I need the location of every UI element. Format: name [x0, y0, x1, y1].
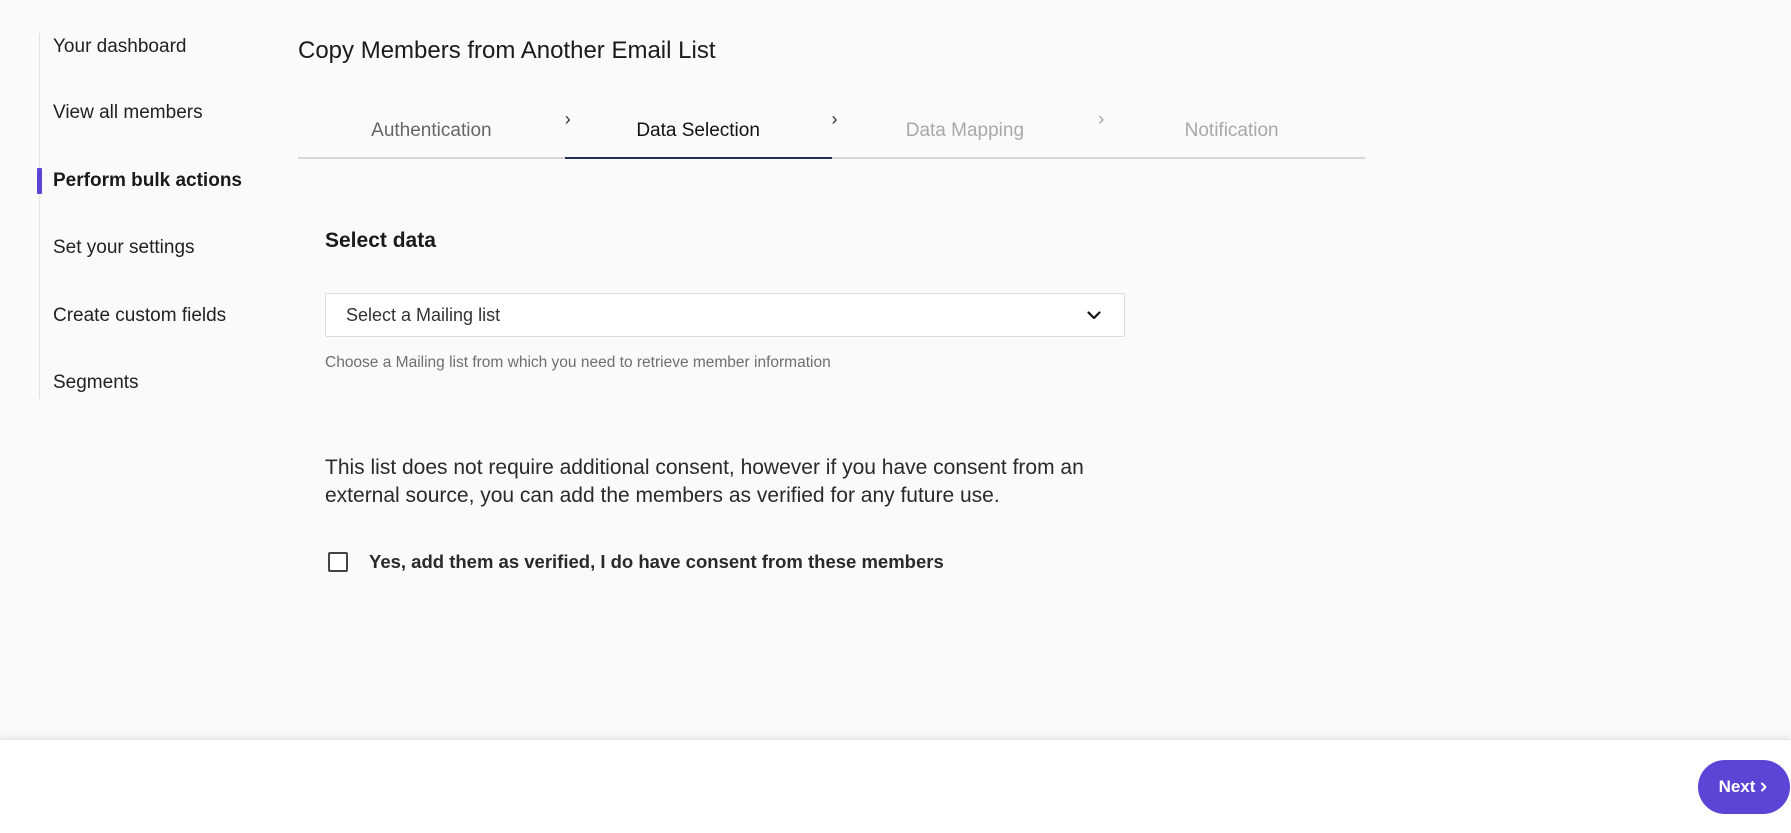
page-title: Copy Members from Another Email List	[298, 37, 716, 64]
section-title: Select data	[325, 229, 436, 252]
step-label: Data Mapping	[905, 120, 1025, 141]
sidebar-item-create-custom-fields[interactable]: Create custom fields	[40, 302, 270, 370]
sidebar-item-label: Set your settings	[53, 237, 195, 258]
sidebar-item-your-dashboard[interactable]: Your dashboard	[40, 33, 270, 99]
sidebar-nav: Your dashboard View all members Perform …	[37, 33, 270, 399]
wizard-stepper: Authentication › Data Selection › Data M…	[298, 109, 1365, 159]
sidebar-item-label: Your dashboard	[53, 36, 187, 57]
verified-consent-checkbox[interactable]	[328, 552, 348, 572]
step-authentication[interactable]: Authentication ›	[298, 109, 571, 157]
next-button[interactable]: Next	[1698, 760, 1790, 814]
step-label: Data Selection	[636, 120, 760, 141]
sidebar-item-perform-bulk-actions[interactable]: Perform bulk actions	[37, 167, 270, 235]
sidebar-item-label: Create custom fields	[53, 304, 227, 326]
sidebar-item-label: Perform bulk actions	[53, 169, 242, 191]
step-label: Authentication	[371, 120, 492, 141]
sidebar-item-view-all-members[interactable]: View all members	[40, 99, 270, 167]
sidebar-item-label: View all members	[53, 102, 203, 123]
checkbox-label: Yes, add them as verified, I do have con…	[369, 551, 944, 572]
mailing-list-select[interactable]: Select a Mailing list	[325, 293, 1125, 337]
step-notification: Notification	[1098, 110, 1365, 157]
sidebar-item-label: Segments	[53, 372, 139, 393]
chevron-right-icon	[1761, 782, 1767, 792]
step-label: Notification	[1184, 120, 1279, 141]
verified-consent-option[interactable]: Yes, add them as verified, I do have con…	[328, 551, 944, 573]
sidebar-item-segments[interactable]: Segments	[40, 369, 270, 399]
consent-description: This list does not require additional co…	[325, 456, 1084, 507]
select-help-text: Choose a Mailing list from which you nee…	[325, 354, 831, 371]
step-data-selection[interactable]: Data Selection ›	[564, 109, 838, 159]
chevron-down-icon	[1087, 311, 1101, 320]
sidebar-item-set-your-settings[interactable]: Set your settings	[40, 234, 270, 302]
footer-bar	[0, 739, 1791, 833]
select-value: Select a Mailing list	[346, 304, 501, 325]
step-data-mapping: Data Mapping ›	[832, 109, 1105, 157]
next-label: Next	[1718, 777, 1756, 796]
